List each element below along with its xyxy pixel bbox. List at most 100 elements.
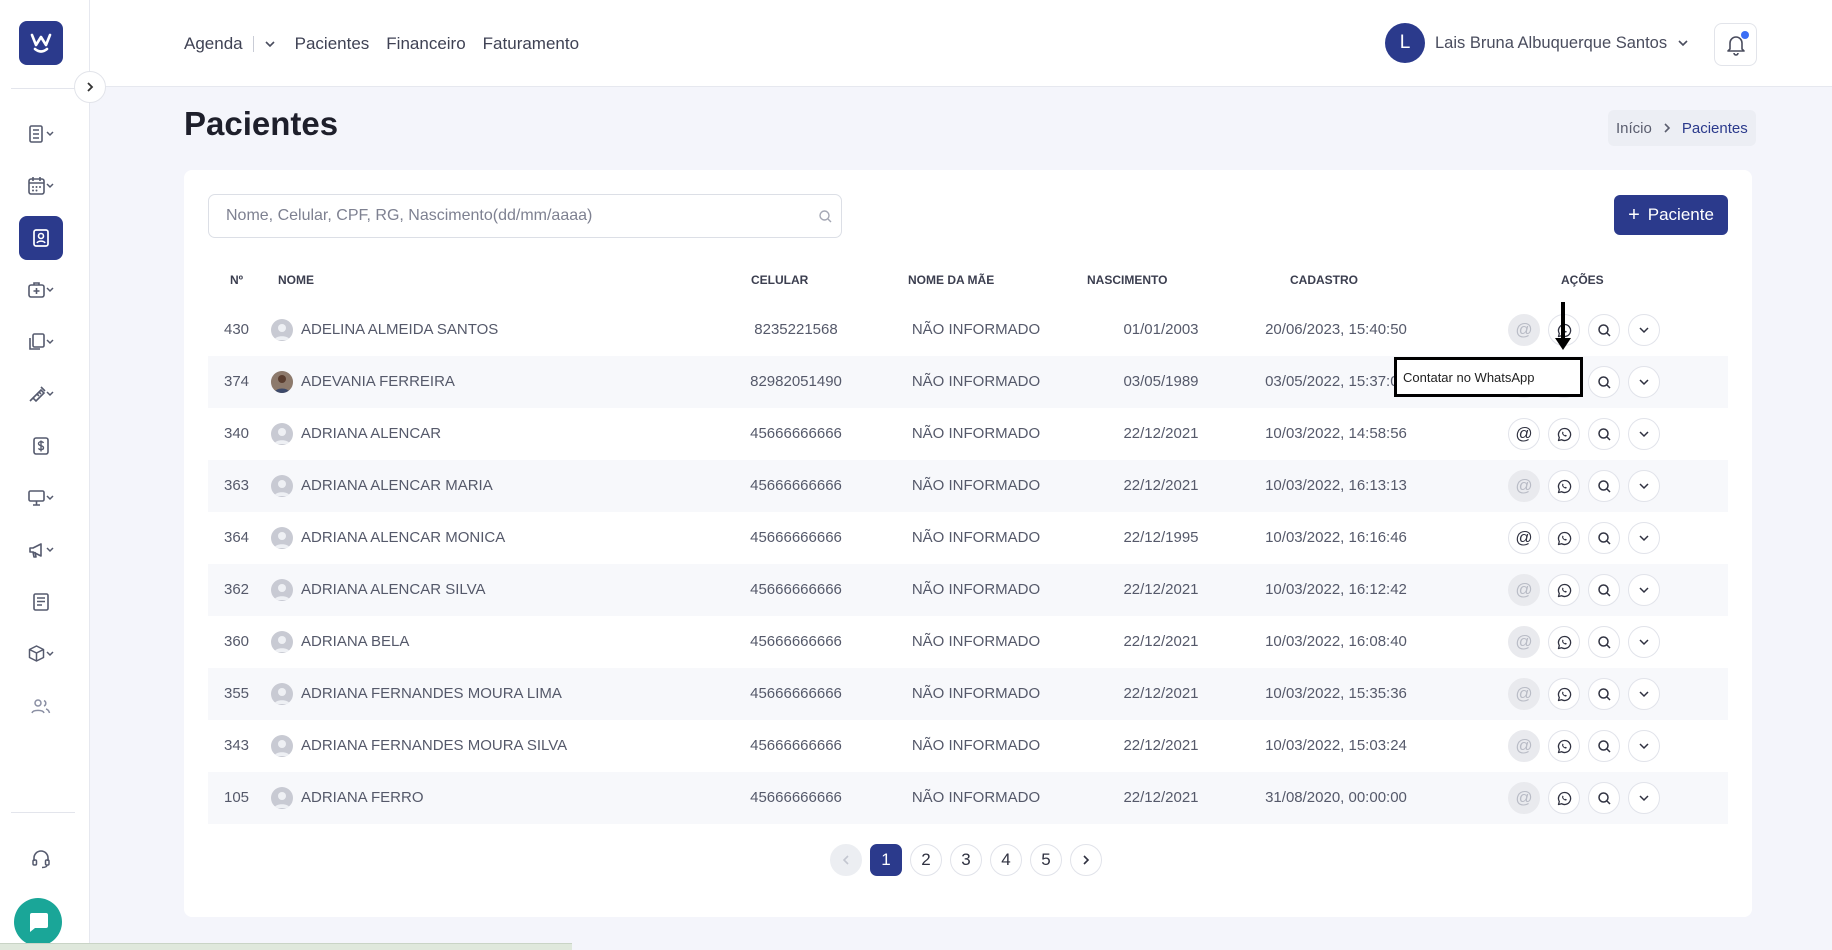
view-patient-button[interactable] (1588, 574, 1620, 606)
nav-agenda-link[interactable]: Agenda (184, 34, 243, 54)
search-input[interactable] (209, 195, 841, 237)
users-icon (31, 699, 51, 714)
pagination-page-1[interactable]: 1 (870, 844, 902, 876)
table-row[interactable]: 363 ADRIANA ALENCAR MARIA 45666666666 NÃO I… (208, 460, 1728, 512)
search-icon (1597, 687, 1611, 701)
pagination-page-3[interactable]: 3 (950, 844, 982, 876)
view-patient-button[interactable] (1588, 418, 1620, 450)
sidebar-item-prontuario[interactable] (19, 112, 63, 156)
email-button[interactable]: @ (1508, 782, 1540, 814)
view-patient-button[interactable] (1588, 314, 1620, 346)
more-options-button[interactable] (1628, 366, 1660, 398)
cell-nome[interactable]: ADEVANIA FERREIRA (301, 373, 455, 390)
whatsapp-button[interactable] (1548, 522, 1580, 554)
email-button[interactable]: @ (1508, 314, 1540, 346)
sidebar-item-procedimentos[interactable] (19, 372, 63, 416)
whatsapp-button[interactable] (1548, 418, 1580, 450)
support-button[interactable] (19, 837, 63, 881)
view-patient-button[interactable] (1588, 522, 1620, 554)
cell-cadastro: 10/03/2022, 15:35:36 (1265, 685, 1407, 702)
brand-logo[interactable] (19, 21, 63, 65)
nav-faturamento-link[interactable]: Faturamento (483, 34, 579, 54)
email-button[interactable]: @ (1508, 418, 1540, 450)
cell-nome[interactable]: ADRIANA ALENCAR (301, 425, 441, 442)
cell-nome[interactable]: ADRIANA ALENCAR MARIA (301, 477, 493, 494)
cell-nome[interactable]: ADRIANA ALENCAR MONICA (301, 529, 505, 546)
table-row[interactable]: 364 ADRIANA ALENCAR MONICA 45666666666 NÃO … (208, 512, 1728, 564)
pagination-page-4[interactable]: 4 (990, 844, 1022, 876)
whatsapp-button[interactable] (1548, 782, 1580, 814)
nav-financeiro-link[interactable]: Financeiro (386, 34, 465, 54)
chevron-down-icon (1639, 535, 1649, 542)
sidebar-item-relatorios[interactable] (19, 580, 63, 624)
nav-pacientes-link[interactable]: Pacientes (295, 34, 370, 54)
whatsapp-icon (1557, 739, 1571, 753)
sidebar-item-usuarios[interactable] (19, 684, 63, 728)
table-row[interactable]: 360 ADRIANA BELA 45666666666 NÃO INFORMADO 2… (208, 616, 1728, 668)
table-row[interactable]: 430 ADELINA ALMEIDA SANTOS 8235221568 NÃO I… (208, 304, 1728, 356)
pagination-page-5[interactable]: 5 (1030, 844, 1062, 876)
whatsapp-button[interactable] (1548, 626, 1580, 658)
table-row[interactable]: 105 ADRIANA FERRO 45666666666 NÃO INFORMADO… (208, 772, 1728, 824)
more-options-button[interactable] (1628, 470, 1660, 502)
sidebar-item-agenda[interactable] (19, 164, 63, 208)
sidebar-item-documentos[interactable] (19, 320, 63, 364)
default-avatar-icon (274, 532, 290, 548)
more-options-button[interactable] (1628, 314, 1660, 346)
breadcrumb-home-link[interactable]: Início (1616, 120, 1652, 137)
cell-nome[interactable]: ADRIANA BELA (301, 633, 409, 650)
cell-celular: 45666666666 (750, 529, 842, 546)
view-patient-button[interactable] (1588, 678, 1620, 710)
cell-nome[interactable]: ADRIANA ALENCAR SILVA (301, 581, 486, 598)
email-button[interactable]: @ (1508, 522, 1540, 554)
view-patient-button[interactable] (1588, 626, 1620, 658)
sidebar-toggle-button[interactable] (74, 71, 106, 103)
notifications-button[interactable] (1714, 23, 1757, 66)
search-icon (1597, 531, 1611, 545)
chat-button[interactable] (14, 898, 62, 946)
pagination-prev-button[interactable] (830, 844, 862, 876)
user-menu[interactable]: L Lais Bruna Albuquerque Santos (1385, 23, 1689, 63)
more-options-button[interactable] (1628, 782, 1660, 814)
cell-nome[interactable]: ADELINA ALMEIDA SANTOS (301, 321, 498, 338)
sidebar-item-clinica[interactable] (19, 268, 63, 312)
table-row[interactable]: 362 ADRIANA ALENCAR SILVA 45666666666 NÃO I… (208, 564, 1728, 616)
cell-nome[interactable]: ADRIANA FERNANDES MOURA LIMA (301, 685, 562, 702)
email-button[interactable]: @ (1508, 626, 1540, 658)
table-row[interactable]: 340 ADRIANA ALENCAR 45666666666 NÃO INFORMA… (208, 408, 1728, 460)
sidebar-item-financeiro[interactable] (19, 424, 63, 468)
pagination-page-2[interactable]: 2 (910, 844, 942, 876)
more-options-button[interactable] (1628, 626, 1660, 658)
cell-nome[interactable]: ADRIANA FERNANDES MOURA SILVA (301, 737, 567, 754)
table-row[interactable]: 343 ADRIANA FERNANDES MOURA SILVA 45666666… (208, 720, 1728, 772)
sidebar-item-marketing[interactable] (19, 528, 63, 572)
view-patient-button[interactable] (1588, 730, 1620, 762)
sidebar-item-telemedicina[interactable] (19, 476, 63, 520)
whatsapp-button[interactable] (1548, 470, 1580, 502)
cell-nome[interactable]: ADRIANA FERRO (301, 789, 424, 806)
more-options-button[interactable] (1628, 522, 1660, 554)
sidebar-item-pacientes[interactable] (19, 216, 63, 260)
chevron-down-icon[interactable] (264, 38, 276, 50)
email-button[interactable]: @ (1508, 470, 1540, 502)
email-button[interactable]: @ (1508, 574, 1540, 606)
more-options-button[interactable] (1628, 730, 1660, 762)
more-options-button[interactable] (1628, 574, 1660, 606)
view-patient-button[interactable] (1588, 782, 1620, 814)
patient-avatar (271, 579, 293, 601)
whatsapp-button[interactable] (1548, 678, 1580, 710)
email-button[interactable]: @ (1508, 678, 1540, 710)
email-button[interactable]: @ (1508, 730, 1540, 762)
more-options-button[interactable] (1628, 678, 1660, 710)
view-patient-button[interactable] (1588, 366, 1620, 398)
cell-num: 374 (224, 373, 250, 390)
whatsapp-button[interactable] (1548, 574, 1580, 606)
table-row[interactable]: 355 ADRIANA FERNANDES MOURA LIMA 456666666… (208, 668, 1728, 720)
add-patient-button[interactable]: + Paciente (1614, 195, 1728, 235)
view-patient-button[interactable] (1588, 470, 1620, 502)
search-box (208, 194, 842, 238)
sidebar-item-estoque[interactable] (19, 632, 63, 676)
pagination-next-button[interactable] (1070, 844, 1102, 876)
more-options-button[interactable] (1628, 418, 1660, 450)
whatsapp-button[interactable] (1548, 730, 1580, 762)
